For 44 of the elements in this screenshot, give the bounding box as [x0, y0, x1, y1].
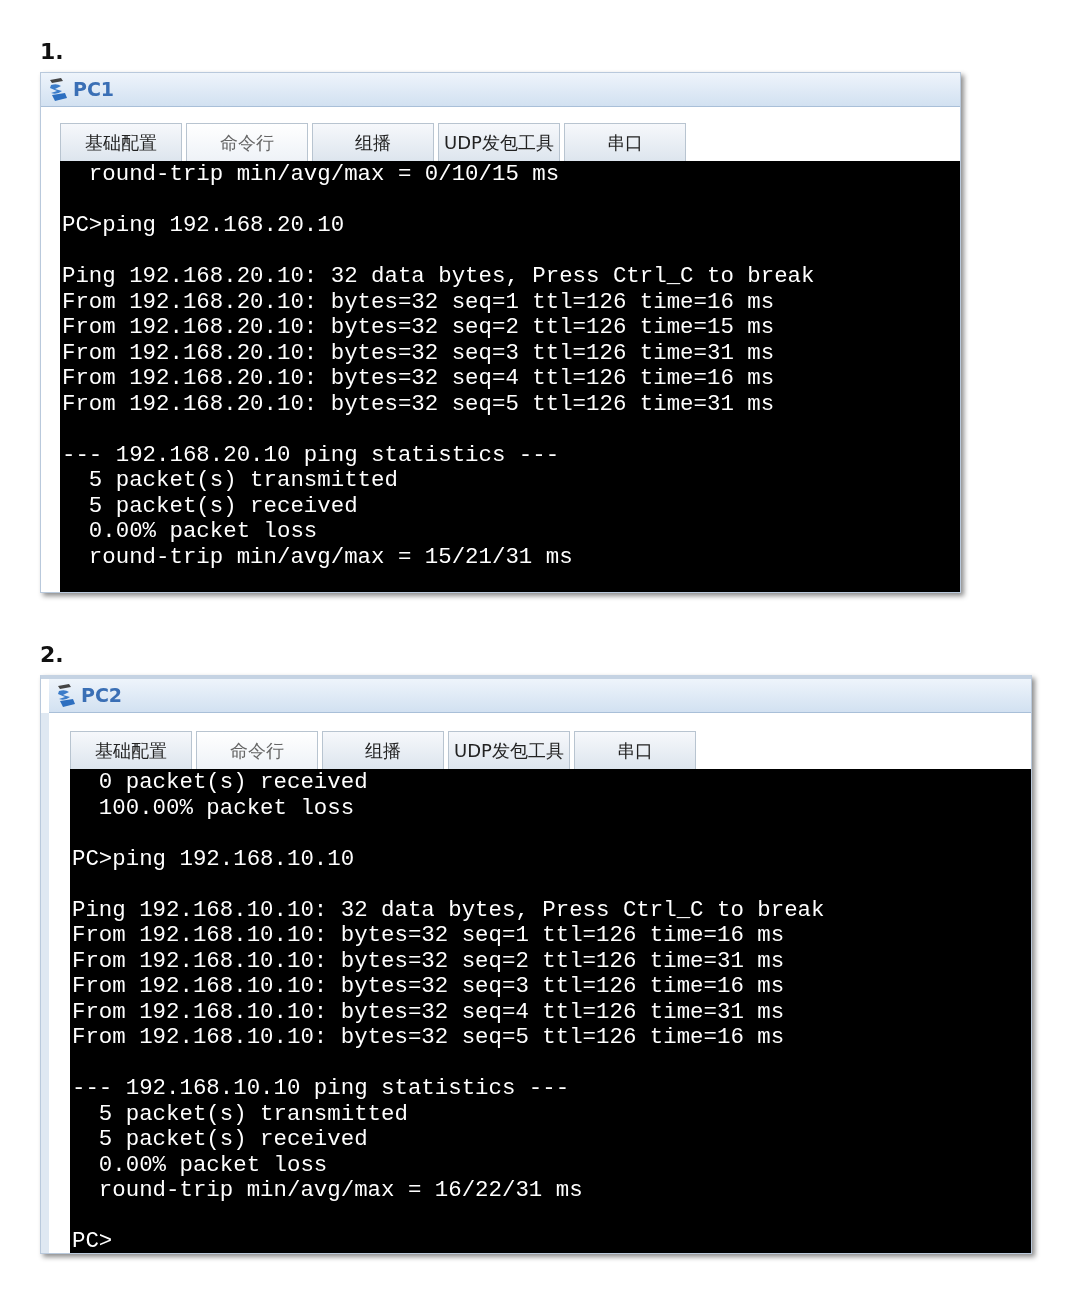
terminal-line: From 192.168.10.10: bytes=32 seq=3 ttl=126 time=16 ms — [72, 974, 785, 1000]
terminal-line: PC>ping 192.168.20.10 — [62, 213, 345, 239]
tab[interactable]: 组播 — [322, 731, 444, 769]
terminal-line: --- 192.168.20.10 ping statistics --- — [62, 442, 560, 468]
terminal-line: --- 192.168.10.10 ping statistics --- — [72, 1076, 570, 1102]
terminal-line: From 192.168.20.10: bytes=32 seq=3 ttl=126 time=31 ms — [62, 340, 775, 366]
pc-icon — [55, 682, 77, 709]
tab[interactable]: 基础配置 — [60, 123, 182, 161]
window-title: PC2 — [81, 683, 123, 709]
terminal-line: 5 packet(s) received — [87, 493, 358, 519]
terminal-line: PC>ping 192.168.10.10 — [72, 846, 355, 872]
terminal-line: From 192.168.20.10: bytes=32 seq=5 ttl=126 time=31 ms — [62, 391, 775, 417]
tab[interactable]: 命令行 — [186, 123, 308, 161]
terminal-line: Ping 192.168.10.10: 32 data bytes, Press Ctrl_C to break — [72, 897, 825, 923]
section-number: 1. — [40, 38, 65, 66]
tab[interactable]: UDP发包工具 — [448, 731, 570, 769]
tab[interactable]: 组播 — [312, 123, 434, 161]
terminal-line: From 192.168.20.10: bytes=32 seq=4 ttl=126 time=16 ms — [62, 366, 775, 392]
terminal-line: 100.00% packet loss — [97, 795, 355, 821]
terminal-line: PC> — [72, 1229, 113, 1253]
terminal-line: round-trip min/avg/max = 0/10/15 ms — [87, 162, 560, 188]
terminal-line: From 192.168.10.10: bytes=32 seq=5 ttl=126 time=16 ms — [72, 1025, 785, 1051]
terminal-line: 5 packet(s) received — [97, 1127, 368, 1153]
terminal-line: From 192.168.20.10: bytes=32 seq=1 ttl=126 time=16 ms — [62, 289, 775, 315]
terminal-line: 0 packet(s) received — [97, 770, 368, 796]
tab[interactable]: 串口 — [574, 731, 696, 769]
tab[interactable]: 串口 — [564, 123, 686, 161]
section-number: 2. — [40, 641, 65, 669]
terminal-line: 5 packet(s) transmitted — [97, 1101, 408, 1127]
terminal-line: From 192.168.10.10: bytes=32 seq=4 ttl=126 time=31 ms — [72, 999, 785, 1025]
terminal-line: From 192.168.10.10: bytes=32 seq=2 ttl=126 time=31 ms — [72, 948, 785, 974]
terminal-line: round-trip min/avg/max = 15/21/31 ms — [87, 544, 573, 570]
terminal-line: 0.00% packet loss — [87, 519, 318, 545]
window-title: PC1 — [73, 77, 115, 103]
terminal-line: From 192.168.20.10: bytes=32 seq=2 ttl=126 time=15 ms — [62, 315, 775, 341]
terminal-line: 5 packet(s) transmitted — [87, 468, 398, 494]
terminal-line: round-trip min/avg/max = 16/22/31 ms — [97, 1178, 583, 1204]
terminal-line: 0.00% packet loss — [97, 1152, 328, 1178]
tab[interactable]: 基础配置 — [70, 731, 192, 769]
terminal-line: From 192.168.10.10: bytes=32 seq=1 ttl=126 time=16 ms — [72, 923, 785, 949]
tab[interactable]: 命令行 — [196, 731, 318, 769]
pc-icon — [47, 76, 69, 103]
tab[interactable]: UDP发包工具 — [438, 123, 560, 161]
terminal-line: Ping 192.168.20.10: 32 data bytes, Press Ctrl_C to break — [62, 264, 815, 290]
